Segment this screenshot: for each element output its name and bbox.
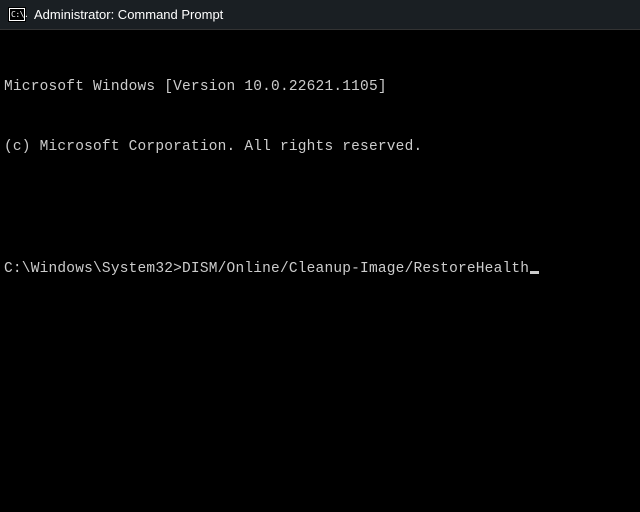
window-titlebar[interactable]: C:\. Administrator: Command Prompt [0, 0, 640, 30]
cmd-icon: C:\. [8, 7, 26, 22]
prompt-path: C:\Windows\System32> [4, 261, 182, 277]
terminal-output[interactable]: Microsoft Windows [Version 10.0.22621.11… [0, 30, 640, 306]
text-cursor [530, 271, 539, 274]
prompt-line: C:\Windows\System32>DISM/Online/Cleanup-… [4, 259, 636, 279]
typed-command: DISM/Online/Cleanup-Image/RestoreHealth [182, 261, 529, 277]
copyright-line: (c) Microsoft Corporation. All rights re… [4, 137, 636, 157]
blank-line [4, 198, 636, 218]
version-line: Microsoft Windows [Version 10.0.22621.11… [4, 77, 636, 97]
cmd-icon-text: C:\. [11, 11, 28, 19]
window-title: Administrator: Command Prompt [34, 7, 223, 22]
